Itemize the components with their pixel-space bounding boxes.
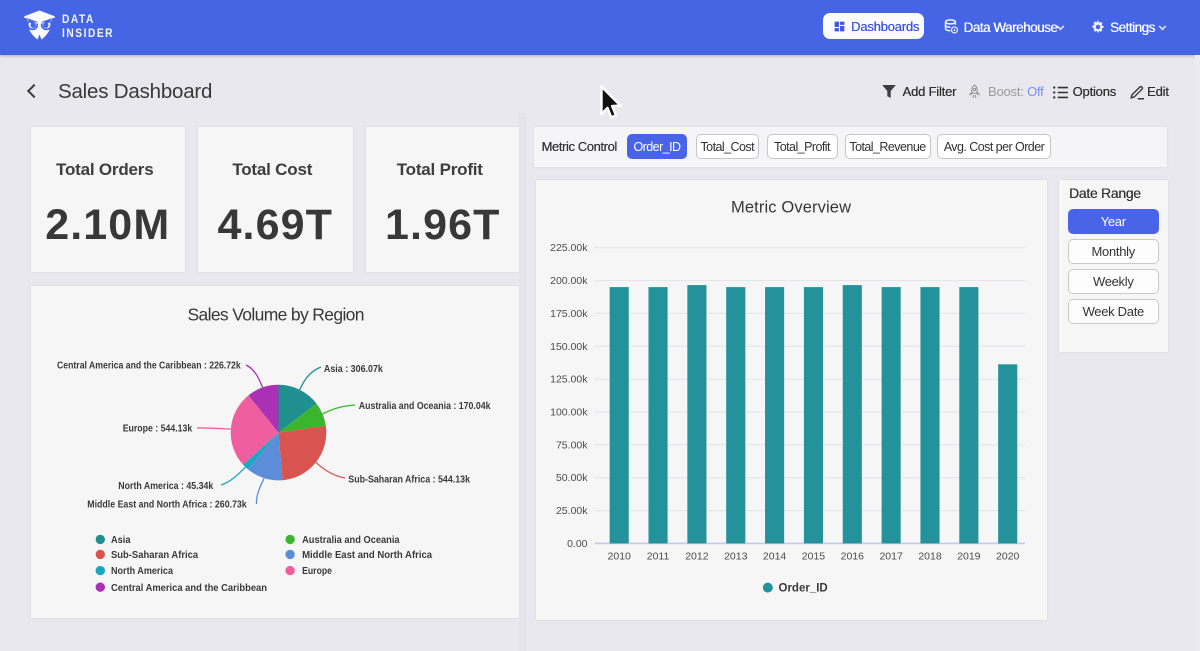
svg-text:0.00: 0.00 [567,538,588,550]
svg-text:2019: 2019 [957,551,981,563]
svg-text:2020: 2020 [996,551,1020,563]
svg-text:2010: 2010 [608,551,632,563]
svg-text:50.00k: 50.00k [556,472,588,484]
svg-text:Sales Volume by Region: Sales Volume by Region [187,305,364,325]
svg-text:Europe : 544.13k: Europe : 544.13k [122,423,192,435]
svg-text:125.00k: 125.00k [550,374,588,386]
svg-text:25.00k: 25.00k [556,505,588,517]
svg-text:2011: 2011 [647,551,670,563]
svg-text:Sub-Saharan Africa : 544.13k: Sub-Saharan Africa : 544.13k [348,474,470,486]
svg-text:100.00k: 100.00k [550,407,588,419]
svg-text:2013: 2013 [724,551,748,563]
svg-text:225.00k: 225.00k [550,242,588,254]
svg-text:Middle East and North Africa: Middle East and North Africa [302,549,432,561]
svg-text:2017: 2017 [879,551,903,563]
svg-text:North America: North America [111,565,173,577]
svg-text:Metric Overview: Metric Overview [731,198,851,216]
svg-text:Central America and the Caribb: Central America and the Caribbean : 226.… [57,359,241,371]
svg-text:Australia and Oceania: Australia and Oceania [302,534,400,546]
svg-text:Australia and Oceania : 170.04: Australia and Oceania : 170.04k [358,400,490,412]
svg-text:150.00k: 150.00k [550,341,588,353]
svg-text:200.00k: 200.00k [550,275,588,287]
svg-text:Asia : 306.07k: Asia : 306.07k [323,363,382,375]
svg-text:Sub-Saharan Africa: Sub-Saharan Africa [111,549,198,561]
svg-text:Order_ID: Order_ID [779,582,828,594]
svg-text:2014: 2014 [763,551,787,563]
svg-text:Europe: Europe [302,565,332,577]
svg-text:Asia: Asia [111,534,131,546]
svg-text:75.00k: 75.00k [556,439,588,451]
svg-text:2016: 2016 [841,551,865,563]
svg-text:175.00k: 175.00k [550,308,588,320]
svg-text:North America : 45.34k: North America : 45.34k [118,480,213,492]
svg-text:Central America and the Caribb: Central America and the Caribbean [111,582,267,594]
svg-text:2015: 2015 [802,551,826,563]
svg-text:Middle East and North Africa :: Middle East and North Africa : 260.73k [87,499,247,511]
svg-text:2012: 2012 [685,551,709,563]
svg-text:2018: 2018 [918,551,942,563]
